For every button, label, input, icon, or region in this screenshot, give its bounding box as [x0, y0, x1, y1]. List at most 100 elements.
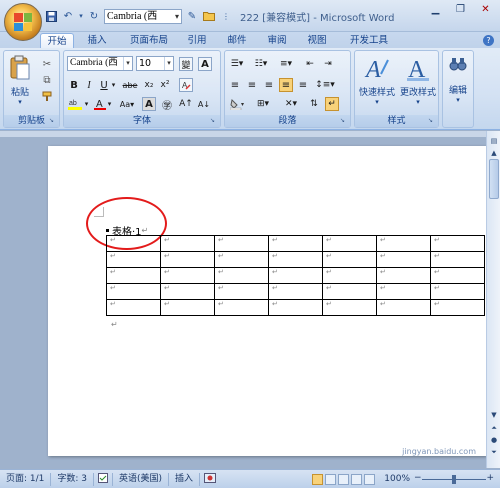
clipboard-launcher-icon[interactable]: ↘ [49, 117, 57, 125]
table-cell[interactable]: ↵ [268, 235, 323, 252]
table-cell[interactable]: ↵ [430, 251, 485, 268]
table-cell[interactable]: ↵ [106, 299, 161, 316]
italic-button[interactable]: I [82, 78, 96, 92]
format-painter-icon[interactable]: ✎ [185, 9, 199, 23]
page-count[interactable]: 页面: 1/1 [0, 472, 52, 486]
increase-indent-icon[interactable]: ⇥ [321, 57, 335, 71]
table-cell[interactable]: ↵ [160, 283, 215, 300]
table-cell[interactable]: ↵ [160, 251, 215, 268]
table-cell[interactable]: ↵ [322, 251, 377, 268]
full-screen-reading-icon[interactable] [325, 473, 337, 485]
font-size-dropdown-icon[interactable]: ▾ [164, 57, 173, 70]
quick-styles-dropdown-icon[interactable]: ▾ [355, 98, 399, 106]
table-cell[interactable]: ↵ [322, 235, 377, 252]
table-cell[interactable]: ↵ [160, 299, 215, 316]
tab-references[interactable]: 引用 [182, 33, 212, 49]
format-painter-brush-icon[interactable] [40, 89, 54, 103]
font-color-icon[interactable]: A [93, 97, 107, 111]
zoom-level[interactable]: 100% [384, 474, 410, 484]
underline-button[interactable]: U [97, 78, 111, 92]
word-count[interactable]: 字数: 3 [51, 472, 95, 486]
show-marks-icon[interactable]: ↵ [325, 97, 339, 111]
bold-button[interactable]: B [67, 78, 81, 92]
tab-home[interactable]: 开始 [40, 33, 74, 49]
table-cell[interactable]: ↵ [214, 299, 269, 316]
superscript-button[interactable]: x² [158, 78, 172, 92]
borders-icon[interactable]: ⊞▾ [253, 97, 273, 111]
tab-view[interactable]: 视图 [302, 33, 332, 49]
macro-record-icon[interactable] [200, 472, 220, 486]
table-cell[interactable]: ↵ [430, 267, 485, 284]
vertical-scrollbar[interactable]: ▤ ▲ ▼ ⏶ ● ⏷ [486, 131, 500, 468]
subscript-button[interactable]: x₂ [142, 78, 156, 92]
chinese-layout-icon[interactable]: ✕▾ [281, 97, 301, 111]
table-cell[interactable]: ↵ [268, 251, 323, 268]
restore-icon[interactable]: ❐ [448, 0, 473, 18]
proofing-icon[interactable] [94, 472, 114, 486]
table-cell[interactable]: ↵ [214, 283, 269, 300]
zoom-knob[interactable] [452, 474, 456, 484]
highlight-icon[interactable]: ab [67, 97, 83, 111]
table-cell[interactable]: ↵ [322, 299, 377, 316]
numbering-icon[interactable]: ☷▾ [252, 57, 270, 71]
font-name-dropdown-icon[interactable]: ▾ [123, 57, 132, 70]
draft-view-icon[interactable] [364, 473, 376, 485]
table-cell[interactable]: ↵ [268, 299, 323, 316]
zoom-slider[interactable]: − + [414, 473, 494, 484]
table-cell[interactable]: ↵ [430, 283, 485, 300]
tab-mailings[interactable]: 邮件 [222, 33, 252, 49]
table-cell[interactable]: ↵ [106, 235, 161, 252]
table-cell[interactable]: ↵ [160, 235, 215, 252]
table-cell[interactable]: ↵ [322, 267, 377, 284]
change-case-icon[interactable]: Aa▾ [117, 97, 137, 111]
scroll-thumb[interactable] [489, 159, 499, 199]
undo-icon[interactable]: ↶ [61, 9, 75, 23]
zoom-in-icon[interactable]: + [486, 473, 494, 483]
table-cell[interactable]: ↵ [430, 235, 485, 252]
distributed-icon[interactable]: ≡ [296, 78, 310, 92]
styles-launcher-icon[interactable]: ↘ [428, 117, 436, 125]
table-cell[interactable]: ↵ [268, 283, 323, 300]
font-name-combo[interactable]: Cambria (西 ▾ [67, 56, 133, 71]
table-cell[interactable]: ↵ [376, 235, 431, 252]
zoom-out-icon[interactable]: − [414, 473, 422, 483]
web-layout-icon[interactable] [338, 473, 350, 485]
paragraph-launcher-icon[interactable]: ↘ [340, 117, 348, 125]
scroll-up-icon[interactable]: ▲ [488, 147, 500, 159]
table-cell[interactable]: ↵ [214, 251, 269, 268]
customize-qat-icon[interactable]: ⋮ [219, 9, 233, 23]
table-cell[interactable]: ↵ [106, 283, 161, 300]
table-cell[interactable]: ↵ [160, 267, 215, 284]
phonetic-guide-button[interactable]: 變 [179, 57, 193, 71]
paste-dropdown-icon[interactable]: ▾ [7, 98, 33, 106]
line-spacing-icon[interactable]: ↕≡▾ [315, 78, 335, 92]
save-icon[interactable] [44, 9, 58, 23]
highlight-dropdown-icon[interactable]: ▾ [83, 97, 90, 111]
insert-mode[interactable]: 插入 [169, 472, 201, 486]
sort-icon[interactable]: ⇅ [307, 97, 321, 111]
table-cell[interactable]: ↵ [376, 251, 431, 268]
editing-button[interactable]: 编辑 ▾ [444, 56, 472, 112]
language[interactable]: 英语(美国) [113, 472, 170, 486]
office-button[interactable] [4, 3, 42, 41]
outline-view-icon[interactable] [351, 473, 363, 485]
grow-font-icon[interactable]: A↑ [179, 97, 193, 111]
undo-dropdown-icon[interactable]: ▾ [78, 9, 84, 23]
change-styles-dropdown-icon[interactable]: ▾ [397, 98, 439, 106]
align-right-icon[interactable]: ≡ [262, 78, 276, 92]
help-icon[interactable]: ? [483, 35, 494, 46]
table-cell[interactable]: ↵ [430, 299, 485, 316]
table-cell[interactable]: ↵ [214, 235, 269, 252]
table-cell[interactable]: ↵ [106, 251, 161, 268]
align-center-icon[interactable]: ≡ [245, 78, 259, 92]
copy-icon[interactable]: ⧉ [40, 73, 54, 87]
paste-button[interactable]: 粘贴 ▾ [7, 54, 33, 112]
tab-developer[interactable]: 开发工具 [344, 33, 394, 49]
minimize-icon[interactable]: ▁ [423, 0, 448, 18]
tab-review[interactable]: 审阅 [262, 33, 292, 49]
tab-page-layout[interactable]: 页面布局 [124, 33, 174, 49]
table-cell[interactable]: ↵ [376, 283, 431, 300]
scroll-down-icon[interactable]: ▼ [488, 409, 500, 421]
close-icon[interactable]: ✕ [473, 0, 498, 18]
editing-dropdown-icon[interactable]: ▾ [444, 96, 472, 104]
